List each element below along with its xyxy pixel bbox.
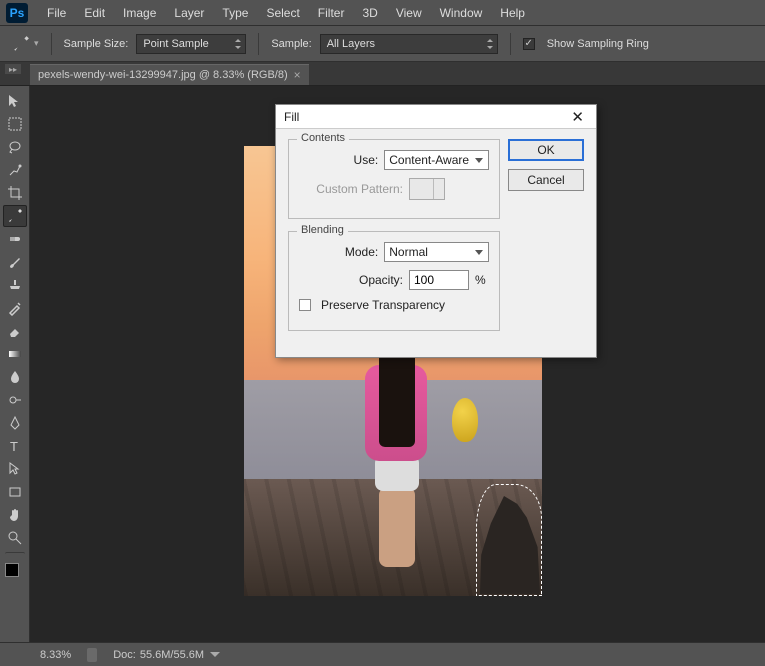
photo-buoy [452, 398, 478, 442]
doc-info-label: Doc: [113, 649, 136, 661]
document-tab-title: pexels-wendy-wei-13299947.jpg @ 8.33% (R… [38, 69, 288, 81]
path-selection-tool[interactable] [3, 458, 27, 480]
blur-tool[interactable] [3, 366, 27, 388]
hand-tool[interactable] [3, 504, 27, 526]
use-select[interactable]: Content-Aware [384, 150, 489, 170]
separator [51, 33, 52, 55]
menu-view[interactable]: View [387, 6, 431, 20]
custom-pattern-label: Custom Pattern: [299, 182, 403, 196]
rectangle-tool[interactable] [3, 481, 27, 503]
healing-brush-tool[interactable] [3, 228, 27, 250]
close-tab-icon[interactable]: × [294, 68, 301, 82]
fill-dialog: Fill ✕ OK Cancel Contents Use: Content-A… [275, 104, 597, 358]
opacity-input[interactable] [409, 270, 469, 290]
move-tool[interactable] [3, 90, 27, 112]
opacity-unit: % [475, 273, 486, 287]
preserve-transparency-label: Preserve Transparency [321, 298, 445, 312]
preserve-transparency-checkbox[interactable] [299, 299, 311, 311]
color-swatch[interactable] [5, 563, 25, 583]
tool-preset-chevron-icon[interactable]: ▾ [34, 38, 39, 49]
zoom-tool[interactable] [3, 527, 27, 549]
svg-text:T: T [10, 439, 18, 454]
show-sampling-ring-label: Show Sampling Ring [547, 38, 649, 50]
dialog-titlebar[interactable]: Fill ✕ [276, 105, 596, 129]
menu-help[interactable]: Help [491, 6, 534, 20]
eraser-tool[interactable] [3, 320, 27, 342]
quick-selection-tool[interactable] [3, 159, 27, 181]
menu-filter[interactable]: Filter [309, 6, 354, 20]
menu-edit[interactable]: Edit [75, 6, 114, 20]
marquee-tool[interactable] [3, 113, 27, 135]
separator [510, 33, 511, 55]
sample-label: Sample: [271, 38, 311, 50]
contents-fieldset: Contents Use: Content-Aware Custom Patte… [288, 139, 500, 219]
close-icon[interactable]: ✕ [567, 108, 588, 126]
show-sampling-ring-checkbox[interactable] [523, 38, 535, 50]
menu-3d[interactable]: 3D [353, 6, 386, 20]
mode-label: Mode: [299, 245, 378, 259]
eyedropper-tool[interactable] [3, 205, 27, 227]
blending-fieldset: Blending Mode: Normal Opacity: % Preserv… [288, 231, 500, 331]
custom-pattern-swatch [409, 178, 445, 200]
menu-window[interactable]: Window [431, 6, 492, 20]
selection-marquee [476, 484, 542, 596]
menu-image[interactable]: Image [114, 6, 165, 20]
menu-file[interactable]: File [38, 6, 75, 20]
sample-select[interactable]: All Layers [320, 34, 498, 54]
dodge-tool[interactable] [3, 389, 27, 411]
history-brush-tool[interactable] [3, 297, 27, 319]
contents-legend: Contents [297, 132, 349, 144]
zoom-slider-handle[interactable] [87, 648, 97, 662]
cancel-button[interactable]: Cancel [508, 169, 584, 191]
menu-type[interactable]: Type [213, 6, 257, 20]
menu-bar: Ps File Edit Image Layer Type Select Fil… [0, 0, 765, 26]
zoom-level[interactable]: 8.33% [40, 649, 71, 661]
menu-layer[interactable]: Layer [165, 6, 213, 20]
type-tool[interactable]: T [3, 435, 27, 457]
app-logo: Ps [6, 3, 28, 23]
gradient-tool[interactable] [3, 343, 27, 365]
tool-separator [5, 552, 25, 558]
document-tab-bar: pexels-wendy-wei-13299947.jpg @ 8.33% (R… [0, 62, 765, 86]
blending-legend: Blending [297, 224, 348, 236]
menu-select[interactable]: Select [257, 6, 308, 20]
mode-select[interactable]: Normal [384, 242, 489, 262]
tools-panel: T [0, 86, 30, 642]
lasso-tool[interactable] [3, 136, 27, 158]
clone-stamp-tool[interactable] [3, 274, 27, 296]
options-bar: ▾ Sample Size: Point Sample Sample: All … [0, 26, 765, 62]
use-label: Use: [299, 153, 378, 167]
document-tab[interactable]: pexels-wendy-wei-13299947.jpg @ 8.33% (R… [30, 64, 309, 85]
opacity-label: Opacity: [299, 273, 403, 287]
doc-info-menu-icon[interactable] [210, 652, 220, 657]
pen-tool[interactable] [3, 412, 27, 434]
brush-tool[interactable] [3, 251, 27, 273]
toolbar-expand-icon[interactable]: ▸▸ [5, 64, 21, 74]
doc-info-value: 55.6M/55.6M [140, 649, 204, 661]
crop-tool[interactable] [3, 182, 27, 204]
ok-button[interactable]: OK [508, 139, 584, 161]
dialog-title: Fill [284, 110, 299, 124]
eyedropper-icon [12, 35, 30, 53]
sample-size-select[interactable]: Point Sample [136, 34, 246, 54]
sample-size-label: Sample Size: [64, 38, 129, 50]
separator [258, 33, 259, 55]
status-bar: 8.33% Doc: 55.6M/55.6M [0, 642, 765, 666]
